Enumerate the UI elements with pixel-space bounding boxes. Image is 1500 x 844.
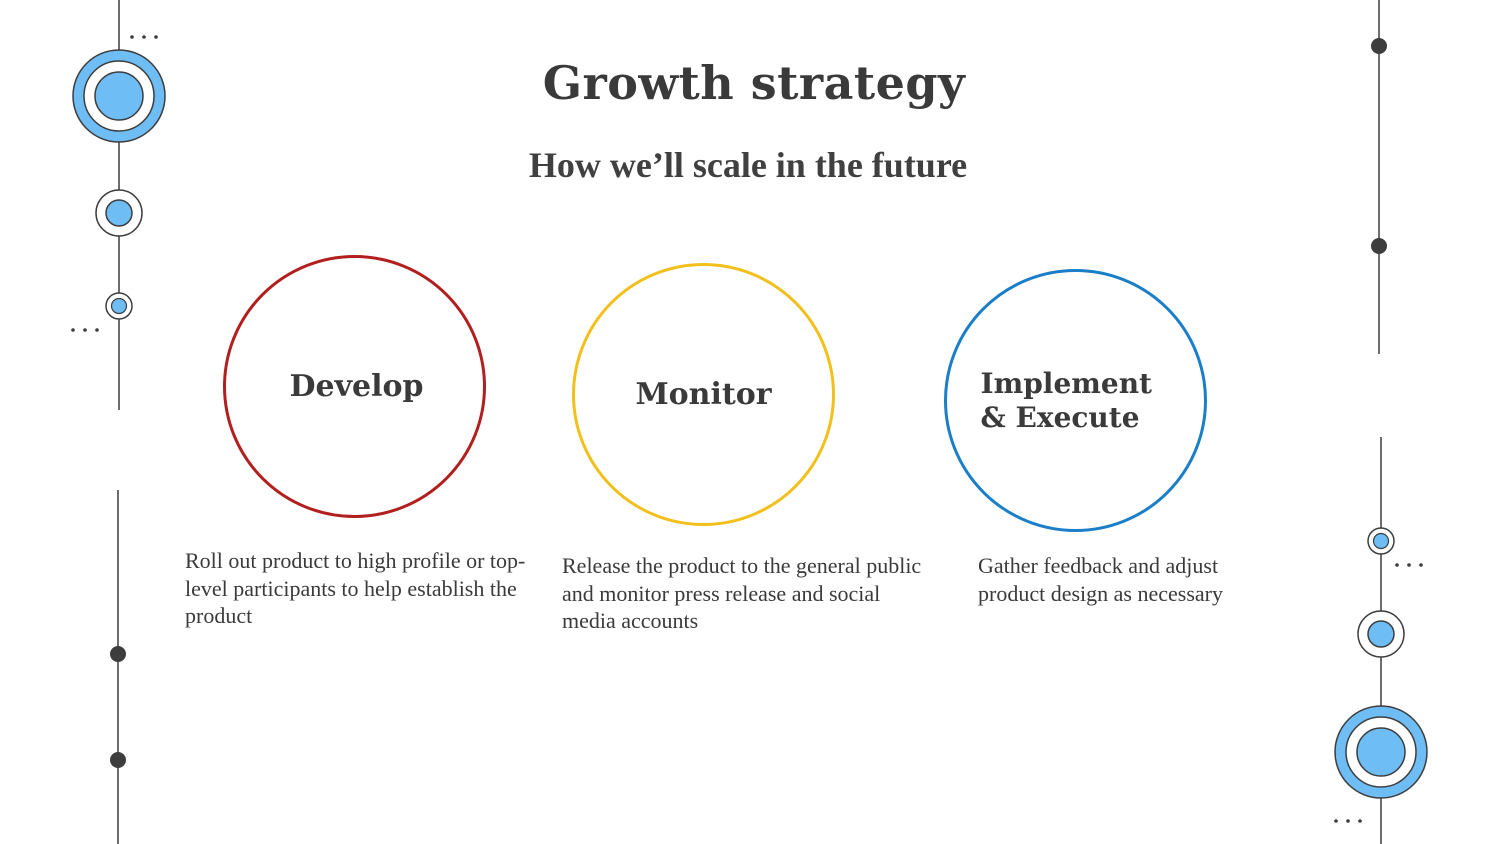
medium-ring-node-icon: [1357, 610, 1405, 658]
bottom-right-timeline: [1334, 437, 1428, 844]
large-ring-node-icon: [1334, 705, 1428, 799]
bottom-left-timeline: [110, 490, 126, 844]
dots-icon: [1334, 819, 1362, 823]
step-description-implement-execute: Gather feedback and adjust product desig…: [978, 553, 1223, 606]
medium-ring-node-icon: [95, 189, 143, 237]
dots-icon: [1395, 563, 1423, 567]
timeline-dot-icon: [1371, 238, 1387, 254]
step-description-monitor: Release the product to the general publi…: [562, 553, 922, 633]
dots-icon: [130, 35, 158, 39]
dots-icon: [71, 328, 99, 332]
slide-subtitle: How we’ll scale in the future: [528, 145, 968, 185]
timeline-dot-icon: [110, 646, 126, 662]
step-circle-develop: Develop: [223, 255, 486, 518]
step-label-develop: Develop: [289, 368, 424, 404]
slide: Growth strategy How we’ll scale in the f…: [0, 0, 1500, 844]
step-circle-implement-execute: Implement & Execute: [944, 269, 1207, 532]
timeline-dot-icon: [110, 752, 126, 768]
small-ring-node-icon: [1367, 527, 1395, 555]
step-circle-monitor: Monitor: [572, 263, 835, 526]
step-label-monitor: Monitor: [635, 376, 772, 412]
slide-title: Growth strategy: [542, 56, 966, 110]
timeline-dot-icon: [1371, 38, 1387, 54]
step-description-develop: Roll out product to high profile or top-…: [185, 548, 526, 628]
step-label-implement-execute: Implement & Execute: [980, 366, 1153, 434]
small-ring-node-icon: [105, 292, 133, 320]
